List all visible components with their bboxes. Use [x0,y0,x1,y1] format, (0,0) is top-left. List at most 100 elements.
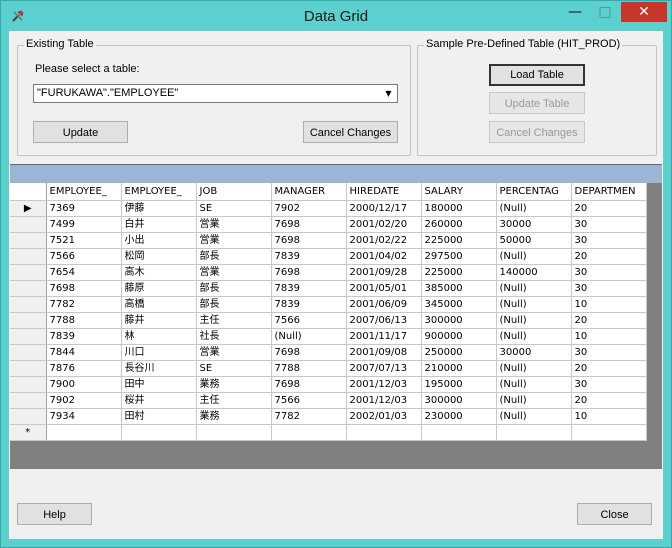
column-header[interactable]: EMPLOYEE_ [121,183,197,201]
grid-cell[interactable] [46,424,122,441]
table-row[interactable]: 7844 川口 営業 7698 2001/09/08 250000 30000 30 [10,344,647,361]
grid-cell[interactable]: 2002/01/03 [346,408,422,425]
grid-cell[interactable]: 2007/06/13 [346,312,422,329]
chevron-down-icon[interactable]: ▼ [381,86,396,101]
grid-cell[interactable]: 主任 [196,392,272,409]
grid-cell[interactable]: 250000 [421,344,497,361]
grid-cell[interactable] [196,424,272,441]
window-close-button[interactable]: ✕ [621,2,667,22]
table-row[interactable]: 7698 藤原 部長 7839 2001/05/01 385000 (Null) 30 [10,280,647,297]
table-row[interactable]: ▶ 7369 伊藤 SE 7902 2000/12/17 180000 (Null) 20 [10,200,647,217]
grid-cell[interactable]: 210000 [421,360,497,377]
grid-cell[interactable]: 10 [571,408,647,425]
grid-cell[interactable]: 高木 [121,264,197,281]
grid-cell[interactable]: 10 [571,328,647,345]
grid-cell[interactable]: 195000 [421,376,497,393]
row-selector[interactable] [10,344,47,361]
maximize-button[interactable]: □ [591,2,619,22]
grid-cell[interactable]: 部長 [196,280,272,297]
table-row[interactable]: 7839 林社長 (Null) 2001/11/17 900000 (Null) 10 [10,328,647,345]
grid-cell[interactable]: 伊藤 [121,200,197,217]
grid-cell[interactable]: 30 [571,216,647,233]
grid-cell[interactable]: 30 [571,376,647,393]
column-header[interactable]: JOB [196,183,272,201]
grid-cell[interactable]: 30000 [496,216,572,233]
grid-cell[interactable]: 7698 [271,344,347,361]
load-table-button[interactable]: Load Table [489,64,585,86]
help-button[interactable]: Help [17,503,92,525]
row-selector[interactable] [10,376,47,393]
grid-cell[interactable]: 2001/05/01 [346,280,422,297]
table-row[interactable]: 7521 小出 営業 7698 2001/02/22 225000 50000 30 [10,232,647,249]
title-bar[interactable]: Data Grid — □ ✕ [1,1,671,31]
table-row[interactable]: 7876 長谷川 SE 7788 2007/07/13 210000 (Null) 20 [10,360,647,377]
grid-cell[interactable]: 7499 [46,216,122,233]
column-header[interactable]: DEPARTMEN [571,183,647,201]
grid-cell[interactable]: 20 [571,392,647,409]
grid-cell[interactable]: 2001/04/02 [346,248,422,265]
grid-cell[interactable]: 主任 [196,312,272,329]
grid-cell[interactable]: (Null) [496,200,572,217]
cancel-changes-button[interactable]: Cancel Changes [303,121,398,143]
grid-cell[interactable]: SE [196,360,272,377]
grid-cell[interactable]: 7521 [46,232,122,249]
grid-cell[interactable]: 2001/12/03 [346,376,422,393]
grid-cell[interactable]: 20 [571,360,647,377]
grid-cell[interactable]: (Null) [496,376,572,393]
grid-cell[interactable]: 260000 [421,216,497,233]
grid-cell[interactable]: 7566 [271,392,347,409]
grid-cell[interactable]: 20 [571,312,647,329]
grid-cell[interactable]: 7788 [46,312,122,329]
grid-cell[interactable]: (Null) [496,392,572,409]
grid-cell[interactable]: 7566 [46,248,122,265]
grid-cell[interactable]: 225000 [421,232,497,249]
grid-cell[interactable]: 2001/09/08 [346,344,422,361]
row-selector[interactable] [10,296,47,313]
grid-cell[interactable]: 7902 [271,200,347,217]
grid-cell[interactable]: (Null) [496,296,572,313]
data-grid[interactable]: EMPLOYEE_ EMPLOYEE_ JOB MANAGER HIREDATE SALA… [10,164,662,469]
grid-cell[interactable] [346,424,422,441]
grid-cell[interactable]: 7698 [271,232,347,249]
row-selector[interactable] [10,264,47,281]
grid-cell[interactable]: 7934 [46,408,122,425]
table-row[interactable]: 7900 田中 業務 7698 2001/12/03 195000 (Null) 30 [10,376,647,393]
grid-cell[interactable]: 2001/02/22 [346,232,422,249]
grid-cell[interactable]: 7566 [271,312,347,329]
row-selector[interactable] [10,392,47,409]
column-header[interactable]: PERCENTAG [496,183,572,201]
grid-cell[interactable]: 20 [571,200,647,217]
grid-cell[interactable]: 180000 [421,200,497,217]
update-table-button[interactable]: Update Table [489,92,585,114]
grid-cell[interactable]: 松岡 [121,248,197,265]
grid-cell[interactable]: (Null) [271,328,347,345]
grid-cell[interactable]: 7654 [46,264,122,281]
grid-cell[interactable]: 2001/09/28 [346,264,422,281]
grid-cell[interactable]: 社長 [196,328,272,345]
grid-cell[interactable]: 川口 [121,344,197,361]
row-selector[interactable] [10,232,47,249]
grid-cell[interactable]: 10 [571,296,647,313]
grid-cell[interactable] [421,424,497,441]
grid-cell[interactable]: 部長 [196,296,272,313]
grid-cell[interactable]: 2007/07/13 [346,360,422,377]
grid-cell[interactable]: 藤原 [121,280,197,297]
row-selector[interactable] [10,408,47,425]
table-row[interactable]: 7934 田村 業務 7782 2002/01/03 230000 (Null) 10 [10,408,647,425]
grid-cell[interactable]: 高橋 [121,296,197,313]
row-selector[interactable] [10,312,47,329]
row-selector[interactable] [10,360,47,377]
grid-cell[interactable]: 140000 [496,264,572,281]
grid-cell[interactable]: 7698 [46,280,122,297]
grid-cell[interactable]: 7698 [271,264,347,281]
close-button[interactable]: Close [577,503,652,525]
column-header[interactable]: SALARY [421,183,497,201]
column-header[interactable]: HIREDATE [346,183,422,201]
grid-cell[interactable]: 50000 [496,232,572,249]
grid-cell[interactable]: 7839 [46,328,122,345]
grid-cell[interactable] [571,424,647,441]
grid-cell[interactable]: 300000 [421,392,497,409]
grid-cell[interactable]: 300000 [421,312,497,329]
grid-cell[interactable]: 田中 [121,376,197,393]
update-button[interactable]: Update [33,121,128,143]
